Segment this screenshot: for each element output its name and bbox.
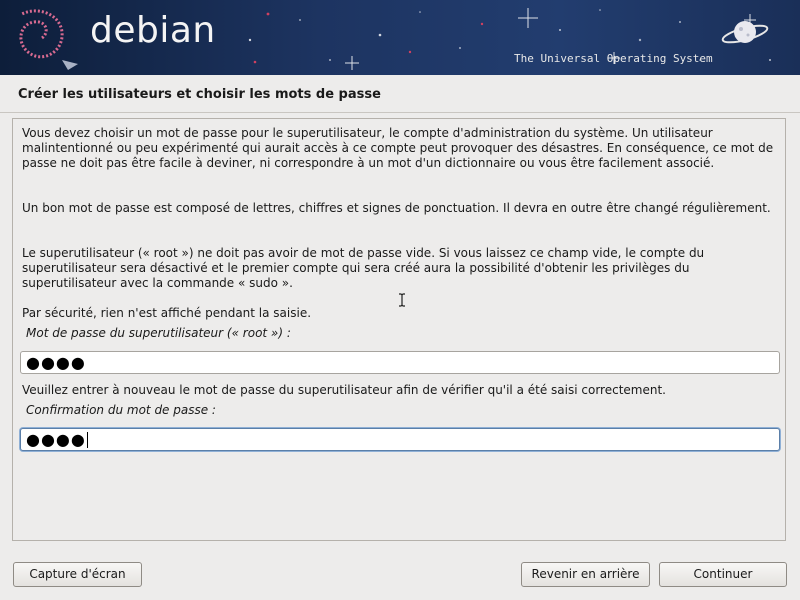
page-title: Créer les utilisateurs et choisir les mo… xyxy=(18,87,381,102)
root-password-field[interactable]: ●●●● xyxy=(20,351,780,374)
root-password-label: Mot de passe du superutilisateur (« root… xyxy=(26,326,291,340)
confirm-password-label: Confirmation du mot de passe : xyxy=(26,403,216,417)
root-empty-warning-paragraph: Le superutilisateur (« root ») ne doit p… xyxy=(22,246,705,290)
debian-swirl-icon xyxy=(19,9,78,70)
tagline: The Universal Operating System xyxy=(514,52,713,65)
password-guidance-paragraph: Un bon mot de passe est composé de lettr… xyxy=(22,201,771,215)
confirm-instruction: Veuillez entrer à nouveau le mot de pass… xyxy=(22,383,666,397)
text-cursor-icon xyxy=(399,293,405,307)
intro-paragraph: Vous devez choisir un mot de passe pour … xyxy=(22,126,774,170)
content-panel: Vous devez choisir un mot de passe pour … xyxy=(12,118,786,541)
security-note-paragraph: Par sécurité, rien n'est affiché pendant… xyxy=(22,306,312,320)
planet-icon xyxy=(721,21,769,44)
debian-banner: debian The Universal Operating System xyxy=(0,0,800,75)
root-password-masked-value: ●●●● xyxy=(26,353,86,372)
confirm-password-field[interactable]: ●●●● xyxy=(20,428,780,451)
screenshot-button[interactable]: Capture d'écran xyxy=(13,562,142,587)
continue-button[interactable]: Continuer xyxy=(659,562,787,587)
text-caret xyxy=(86,432,88,448)
confirm-password-masked-value: ●●●● xyxy=(26,430,86,449)
go-back-button[interactable]: Revenir en arrière xyxy=(521,562,650,587)
debian-logo-text: debian xyxy=(90,10,216,51)
divider xyxy=(0,112,800,113)
